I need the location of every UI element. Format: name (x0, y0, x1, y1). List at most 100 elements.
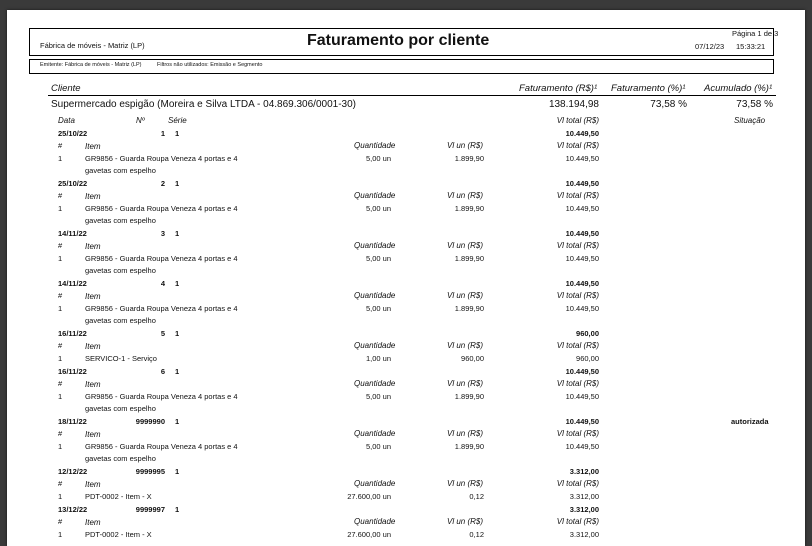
item-head-quantidade: Quantidade (354, 479, 396, 488)
invoice-total: 10.449,50 (565, 417, 599, 426)
item-total: 10.449,50 (565, 254, 599, 263)
item-description-cont: gavetas com espelho (85, 216, 156, 225)
item-description: PDT-0002 - Item - X (85, 492, 152, 501)
item-unit-price: 0,12 (469, 492, 484, 501)
item-head-vl-un: Vl un (R$) (447, 241, 484, 250)
invoice-number: 1 (160, 129, 165, 138)
item-head-vl-un: Vl un (R$) (447, 429, 484, 438)
company-name: Fábrica de móveis - Matriz (LP) (40, 41, 145, 50)
item-quantity: 27.600,00 un (347, 530, 391, 539)
subhead-serie: Série (168, 116, 187, 125)
invoice-date: 25/10/22 (58, 129, 88, 138)
item-head-num: # (58, 429, 63, 438)
item-index: 1 (58, 354, 63, 363)
invoice-serie: 1 (175, 229, 180, 238)
item-head-vl-total: Vl total (R$) (556, 191, 599, 200)
item-head-vl-total: Vl total (R$) (556, 241, 599, 250)
item-head-quantidade: Quantidade (354, 191, 396, 200)
item-description-cont: gavetas com espelho (85, 166, 156, 175)
invoice-number: 5 (160, 329, 165, 338)
header-rule (48, 95, 776, 96)
subhead-numero: Nº (136, 116, 145, 125)
subhead-vl-total: Vl total (R$) (556, 116, 599, 125)
item-head-item: Item (85, 518, 101, 527)
item-head-vl-total: Vl total (R$) (556, 479, 599, 488)
item-quantity: 27.600,00 un (347, 492, 391, 501)
invoice-number: 4 (160, 279, 165, 288)
invoice-serie: 1 (175, 279, 180, 288)
invoice-total: 3.312,00 (569, 505, 599, 514)
invoice-serie: 1 (175, 179, 180, 188)
report-date: 07/12/23 (695, 42, 725, 51)
item-head-vl-total: Vl total (R$) (556, 141, 599, 150)
item-head-quantidade: Quantidade (354, 141, 396, 150)
item-description: GR9856 - Guarda Roupa Veneza 4 portas e … (85, 254, 238, 263)
item-index: 1 (58, 530, 63, 539)
invoice-date: 18/11/22 (58, 417, 87, 426)
item-head-quantidade: Quantidade (354, 379, 396, 388)
invoice-number: 3 (160, 229, 165, 238)
invoice-number: 9999997 (135, 505, 165, 514)
invoice-total: 10.449,50 (565, 367, 599, 376)
item-quantity: 5,00 un (365, 304, 391, 313)
item-description-cont: gavetas com espelho (85, 404, 156, 413)
item-head-item: Item (85, 292, 101, 301)
invoice-total: 10.449,50 (565, 179, 599, 188)
item-index: 1 (58, 204, 63, 213)
item-description-cont: gavetas com espelho (85, 266, 156, 275)
item-head-item: Item (85, 342, 101, 351)
invoice-number: 9999990 (135, 417, 165, 426)
item-head-item: Item (85, 480, 101, 489)
invoice-number: 6 (160, 367, 165, 376)
item-description: GR9856 - Guarda Roupa Veneza 4 portas e … (85, 204, 238, 213)
item-head-quantidade: Quantidade (354, 241, 396, 250)
item-head-num: # (58, 291, 63, 300)
invoice-date: 14/11/22 (58, 279, 87, 288)
invoice-total: 3.312,00 (569, 467, 599, 476)
item-head-num: # (58, 191, 63, 200)
item-description: SERVICO-1 - Serviço (85, 354, 157, 363)
item-total: 10.449,50 (565, 442, 599, 451)
item-index: 1 (58, 304, 63, 313)
item-head-quantidade: Quantidade (354, 429, 396, 438)
invoice-total: 10.449,50 (565, 129, 599, 138)
item-total: 10.449,50 (565, 154, 599, 163)
item-unit-price: 1.899,90 (454, 154, 484, 163)
col-cliente: Cliente (51, 83, 81, 94)
item-total: 960,00 (576, 354, 599, 363)
invoice-date: 16/11/22 (58, 367, 87, 376)
item-head-vl-un: Vl un (R$) (447, 379, 484, 388)
item-head-num: # (58, 379, 63, 388)
viewer-top-bar (0, 0, 812, 10)
item-index: 1 (58, 492, 63, 501)
item-description: PDT-0002 - Item - X (85, 530, 152, 539)
invoice-date: 25/10/22 (58, 179, 88, 188)
item-head-item: Item (85, 380, 101, 389)
item-index: 1 (58, 392, 63, 401)
invoice-total: 10.449,50 (565, 229, 599, 238)
item-quantity: 5,00 un (365, 204, 391, 213)
item-quantity: 5,00 un (365, 442, 391, 451)
item-description: GR9856 - Guarda Roupa Veneza 4 portas e … (85, 154, 238, 163)
item-head-num: # (58, 141, 63, 150)
item-head-num: # (58, 241, 63, 250)
client-faturamento-pct: 73,58 % (650, 99, 687, 110)
item-description-cont: gavetas com espelho (85, 316, 156, 325)
item-index: 1 (58, 442, 63, 451)
invoice-serie: 1 (175, 467, 180, 476)
invoice-total: 960,00 (576, 329, 599, 338)
subhead-situacao: Situação (734, 116, 766, 125)
item-index: 1 (58, 154, 63, 163)
item-description-cont: gavetas com espelho (85, 454, 156, 463)
item-unit-price: 1.899,90 (454, 254, 484, 263)
item-head-vl-un: Vl un (R$) (447, 191, 484, 200)
invoice-date: 16/11/22 (58, 329, 87, 338)
subhead-data: Data (58, 116, 75, 125)
item-total: 10.449,50 (565, 204, 599, 213)
item-head-vl-total: Vl total (R$) (556, 341, 599, 350)
report-page: Fábrica de móveis - Matriz (LP) Faturame… (7, 10, 805, 546)
item-unit-price: 960,00 (461, 354, 484, 363)
item-quantity: 5,00 un (365, 254, 391, 263)
item-head-vl-un: Vl un (R$) (447, 517, 484, 526)
client-faturamento: 138.194,98 (548, 99, 599, 110)
